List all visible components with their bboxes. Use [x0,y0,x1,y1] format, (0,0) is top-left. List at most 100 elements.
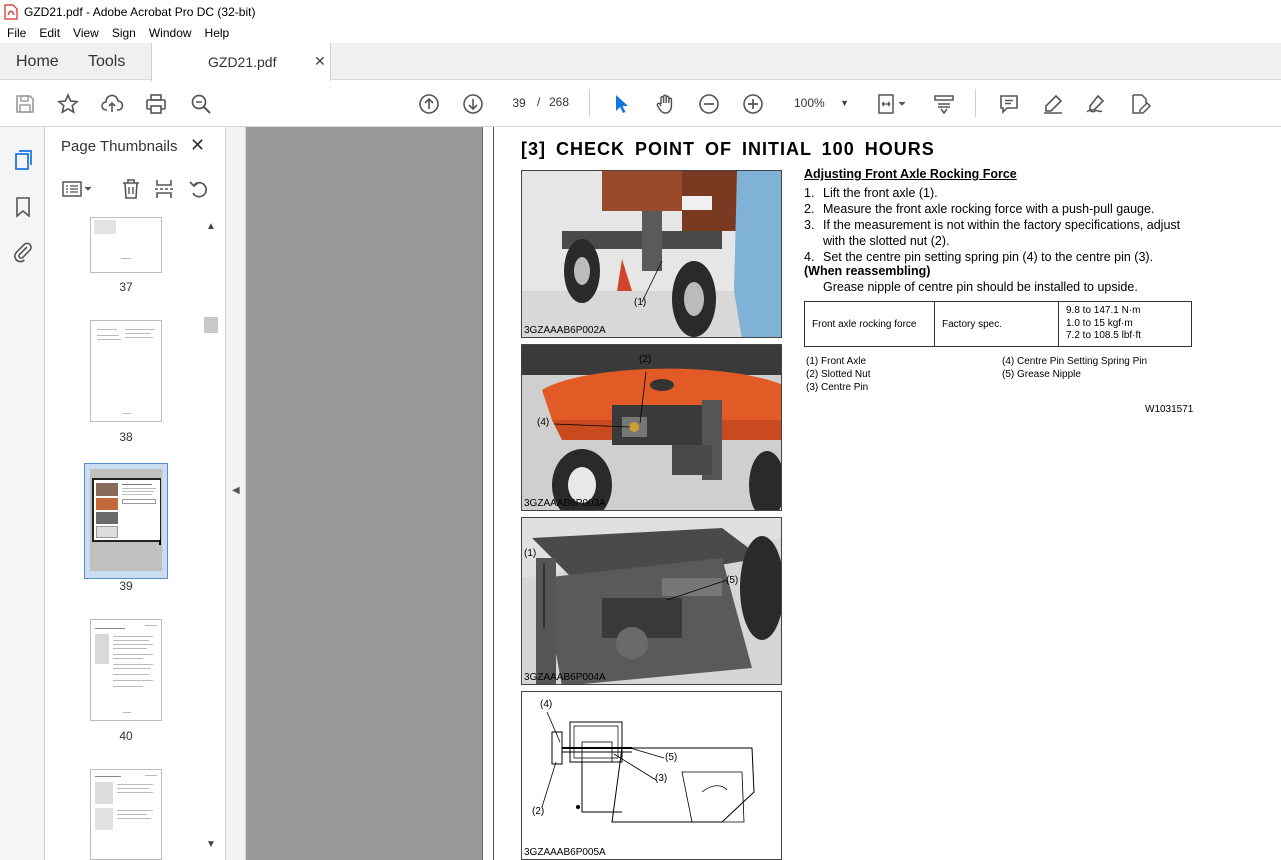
thumbnail-page-number: 38 [119,430,133,444]
zoom-in-icon[interactable] [740,91,766,117]
menu-help[interactable]: Help [198,26,236,40]
spec-value: 1.0 to 15 kgf·m [1066,317,1133,329]
centre-pin-drawing [522,692,781,859]
figure-callout: (4) [540,699,553,710]
bookmarks-icon[interactable] [10,194,36,220]
window-title: GZD21.pdf - Adobe Acrobat Pro DC (32-bit… [24,4,256,19]
save-icon[interactable] [12,91,38,117]
page-thumbnails-icon[interactable] [10,147,36,173]
menu-edit[interactable]: Edit [32,26,66,40]
extract-page-icon[interactable] [152,177,176,201]
legend-item: (4) Centre Pin Setting Spring Pin [1002,356,1148,367]
thumbnail-page-number: 39 [119,579,133,593]
close-panel-icon[interactable]: ✕ [190,135,205,156]
zoom-out-icon[interactable] [696,91,722,117]
page-fit-icon[interactable] [875,91,911,117]
factory-spec-table: Front axle rocking force Factory spec. 9… [804,301,1192,347]
document-view[interactable]: [3] CHECK POINT OF INITIAL 100 HOURS (1)… [246,127,1281,860]
fill-sign-icon[interactable] [1083,91,1109,117]
scroll-mode-icon[interactable] [931,91,957,117]
figure-callout: (4) [537,417,550,428]
menu-file[interactable]: File [0,26,32,40]
legend-item: (5) Grease Nipple [1002,369,1081,380]
print-icon[interactable] [143,91,169,117]
tab-document[interactable]: GZD21.pdf ✕ [151,43,331,81]
reference-code: W1031571 [1145,404,1194,415]
highlight-pen-icon[interactable] [1040,91,1066,117]
figure-caption: 3GZAAAB6P003A [524,498,606,509]
grease-nipple-photo [522,518,781,684]
delete-page-icon[interactable] [119,177,143,201]
page-number-input[interactable]: 39 [505,91,533,115]
figure-centre-pin-diagram: (4) (5) (3) (2) 3GZAAAB6P005A [521,691,782,860]
procedure-step: 1. Lift the front axle (1). [804,186,938,200]
figure-callout: (1) [634,297,647,308]
toolbar: 39 / 268 100% ▼ [0,81,1281,127]
slotted-nut-photo [522,345,781,510]
figure-callout: (2) [532,806,545,817]
figure-callout: (3) [655,773,668,784]
procedure-step-continued: with the slotted nut (2). [823,234,950,248]
menu-sign[interactable]: Sign [105,26,142,40]
legend-right: (4) Centre Pin Setting Spring Pin (5) Gr… [1002,355,1147,381]
reassembling-heading: (When reassembling) [804,264,931,278]
tab-tools[interactable]: Tools [88,43,125,80]
figure-caption: 3GZAAAB6P005A [524,847,606,858]
spec-values: 9.8 to 147.1 N·m 1.0 to 15 kgf·m 7.2 to … [1058,301,1192,347]
cloud-upload-icon[interactable] [99,91,125,117]
document-tab-label: GZD21.pdf [208,54,277,70]
panel-collapse-strip[interactable]: ◀ [226,127,246,860]
toolbar-divider [975,89,976,117]
find-zoom-icon[interactable] [188,91,214,117]
spec-item: Front axle rocking force [804,301,935,347]
pdf-page: [3] CHECK POINT OF INITIAL 100 HOURS (1)… [482,127,1281,860]
figure-caption: 3GZAAAB6P004A [524,672,606,683]
procedure-step: 2. Measure the front axle rocking force w… [804,202,1155,216]
chevron-down-icon: ▼ [840,98,849,108]
tab-bar: Home Tools GZD21.pdf ✕ [0,43,1281,81]
close-tab-icon[interactable]: ✕ [314,53,326,70]
tab-home[interactable]: Home [16,43,59,80]
bookmark-star-icon[interactable] [55,91,81,117]
reassembling-note: Grease nipple of centre pin should be in… [823,280,1138,294]
hand-tool-icon[interactable] [652,91,678,117]
scroll-down-icon[interactable]: ▼ [206,839,216,850]
acrobat-window: GZD21.pdf - Adobe Acrobat Pro DC (32-bit… [0,0,1281,860]
thumbnails-panel: Page Thumbnails ✕ ▲ ▼ 37 38 39 40 [45,127,226,860]
edit-pdf-icon[interactable] [1127,91,1153,117]
comment-icon[interactable] [996,91,1022,117]
menu-window[interactable]: Window [142,26,198,40]
figure-callout: (2) [639,354,652,365]
thumbnail-options-icon[interactable] [61,177,95,201]
spec-value: 7.2 to 108.5 lbf·ft [1066,330,1142,342]
spec-type: Factory spec. [934,301,1059,347]
legend-item: (2) Slotted Nut [806,369,871,380]
scroll-up-icon[interactable]: ▲ [206,221,216,232]
page-separator: / [537,95,541,109]
figure-callout: (1) [524,548,537,559]
figure-slotted-nut: (2) (4) 3GZAAAB6P003A [521,344,782,511]
spec-value: 9.8 to 147.1 N·m [1066,305,1141,317]
rotate-page-icon[interactable] [187,177,211,201]
scrollbar-thumb[interactable] [204,317,218,333]
thumbnail-scrollbar[interactable]: ▲ ▼ [202,219,218,859]
menu-bar: File Edit View Sign Window Help [0,23,1281,43]
previous-page-icon[interactable] [416,91,442,117]
zoom-level-dropdown[interactable]: 100% ▼ [785,92,855,114]
title-bar: GZD21.pdf - Adobe Acrobat Pro DC (32-bit… [0,0,1281,23]
acrobat-pdf-icon [4,3,18,20]
select-cursor-icon[interactable] [608,91,634,117]
menu-view[interactable]: View [66,26,105,40]
thumbnail-page-number: 37 [119,280,133,294]
collapse-panel-icon[interactable]: ◀ [232,485,240,496]
procedure-step: 4. Set the centre pin setting spring pin … [804,250,1154,264]
attachments-icon[interactable] [10,239,36,265]
next-page-icon[interactable] [460,91,486,117]
section-title: [3] CHECK POINT OF INITIAL 100 HOURS [521,139,935,159]
figure-front-axle-lift: (1) 3GZAAAB6P002A [521,170,782,338]
legend-item: (1) Front Axle [806,356,867,367]
page-margin-line [493,127,494,860]
procedure-title: Adjusting Front Axle Rocking Force [804,167,1017,181]
thumbnail-page-number: 40 [119,729,133,743]
figure-callout: (5) [726,575,739,586]
